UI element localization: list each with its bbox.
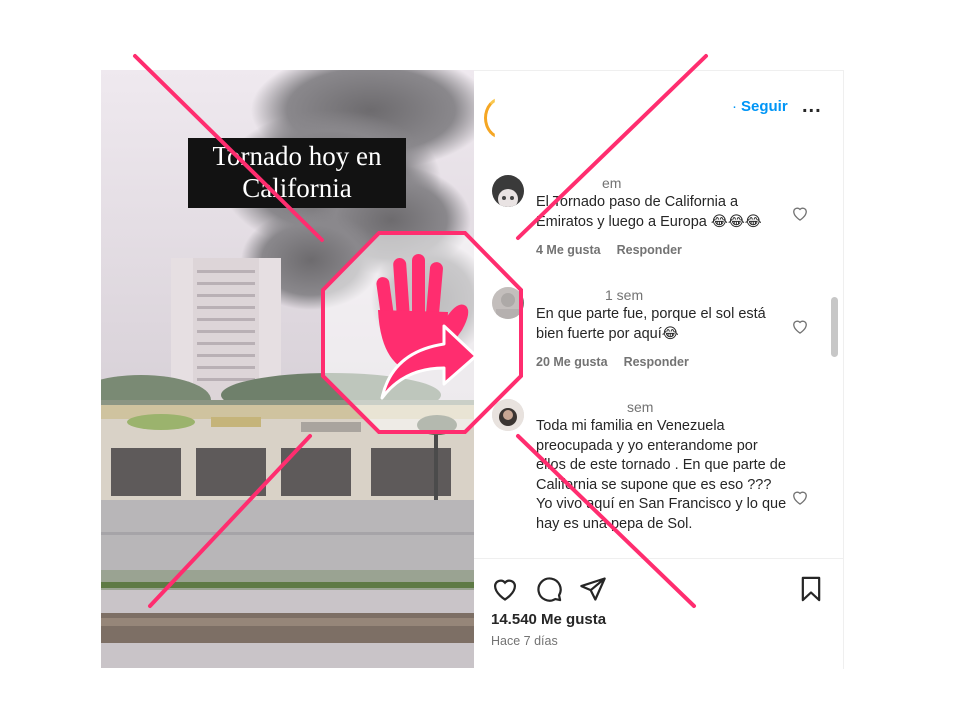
comment-meta: 20 Me gusta Responder	[536, 355, 689, 369]
post-header: · Seguir ...	[474, 71, 843, 159]
follow-dot: ·	[732, 98, 737, 115]
comment-icon[interactable]	[535, 575, 563, 603]
comment-text: El Tornado paso de California a Emiratos…	[536, 194, 762, 230]
comment-time: em	[602, 175, 622, 191]
comment-meta: 4 Me gusta Responder	[536, 243, 682, 257]
post-likes-count[interactable]: 14.540 Me gusta	[491, 611, 606, 628]
follow-label: Seguir	[741, 98, 788, 115]
comments-list[interactable]: em El Tornado paso de California a Emira…	[474, 159, 843, 556]
avatar-image	[492, 399, 524, 431]
comment-time: sem	[627, 399, 654, 415]
heart-icon[interactable]	[790, 203, 810, 223]
caption-line-1: Tornado hoy en	[212, 141, 382, 171]
comment-likes[interactable]: 20 Me gusta	[536, 355, 608, 369]
post-actions	[474, 571, 843, 605]
divider	[474, 558, 843, 559]
comment-text: En que parte fue, porque el sol está bie…	[536, 306, 766, 342]
avatar-image	[492, 287, 524, 319]
more-options-button[interactable]: ...	[802, 95, 822, 118]
comment-time: 1 sem	[605, 287, 644, 303]
caption-line-2: California	[242, 173, 352, 203]
post-date: Hace 7 días	[491, 634, 558, 648]
send-icon[interactable]	[579, 575, 607, 603]
reply-button[interactable]: Responder	[617, 243, 682, 257]
avatar-image	[492, 175, 524, 207]
comment-likes[interactable]: 4 Me gusta	[536, 243, 601, 257]
commenter-avatar[interactable]	[492, 287, 524, 319]
heart-icon[interactable]	[790, 487, 810, 507]
follow-button[interactable]: · Seguir	[732, 98, 788, 115]
author-avatar[interactable]	[484, 97, 495, 139]
post-panel: · Seguir ... em El Tornado paso de Califo…	[474, 70, 844, 669]
commenter-avatar[interactable]	[492, 399, 524, 431]
commenter-avatar[interactable]	[492, 175, 524, 207]
post-media[interactable]: Tornado hoy en California	[101, 70, 474, 668]
heart-icon[interactable]	[790, 316, 810, 336]
bookmark-icon[interactable]	[797, 575, 825, 603]
comments-scrollbar[interactable]	[831, 297, 838, 357]
comment-text: Toda mi familia en Venezuela preocupada …	[536, 418, 787, 532]
video-caption: Tornado hoy en California	[188, 138, 406, 208]
heart-icon[interactable]	[491, 575, 519, 603]
reply-button[interactable]: Responder	[624, 355, 689, 369]
